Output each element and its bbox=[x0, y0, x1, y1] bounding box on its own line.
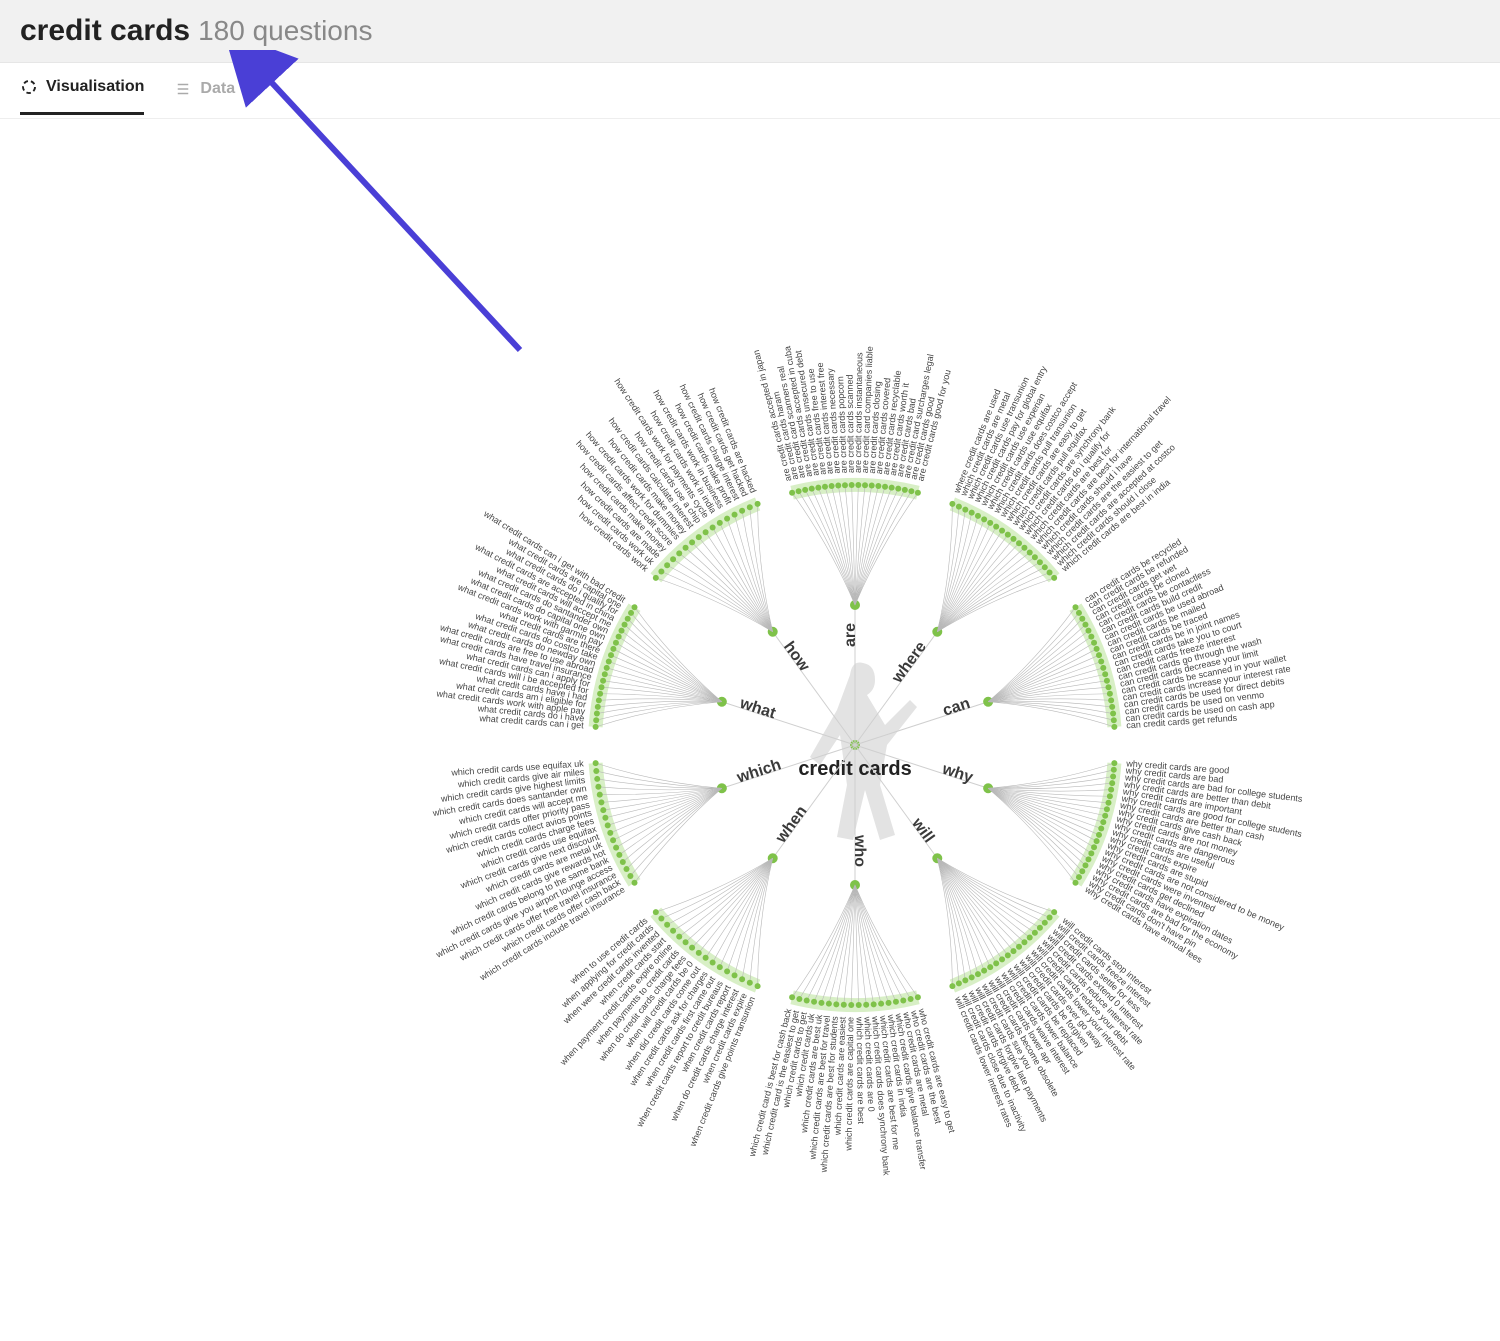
tab-data-label: Data bbox=[200, 80, 235, 98]
visualisation-icon bbox=[20, 78, 38, 96]
question-count: 180 questions bbox=[198, 15, 372, 47]
svg-text:can: can bbox=[941, 695, 972, 720]
question-wheel[interactable]: credit cardsareare credit cards accepted… bbox=[280, 170, 1430, 1320]
list-icon bbox=[174, 80, 192, 98]
svg-text:why: why bbox=[939, 760, 975, 786]
tab-visualisation[interactable]: Visualisation bbox=[20, 78, 144, 115]
tab-visualisation-label: Visualisation bbox=[46, 78, 144, 96]
page-title: credit cards bbox=[20, 14, 190, 48]
tab-data[interactable]: Data bbox=[174, 80, 235, 114]
svg-text:who: who bbox=[851, 834, 868, 867]
page-header: credit cards 180 questions bbox=[0, 0, 1500, 63]
svg-text:which credit cards are best: which credit cards are best bbox=[855, 1016, 867, 1125]
svg-text:how: how bbox=[780, 639, 813, 675]
svg-text:will: will bbox=[908, 814, 937, 846]
svg-text:are: are bbox=[842, 623, 859, 647]
tabs-bar: Visualisation Data bbox=[0, 63, 1500, 119]
svg-text:which: which bbox=[734, 756, 783, 786]
svg-text:what: what bbox=[737, 695, 779, 723]
svg-text:where: where bbox=[888, 639, 930, 687]
svg-text:when: when bbox=[772, 803, 810, 847]
